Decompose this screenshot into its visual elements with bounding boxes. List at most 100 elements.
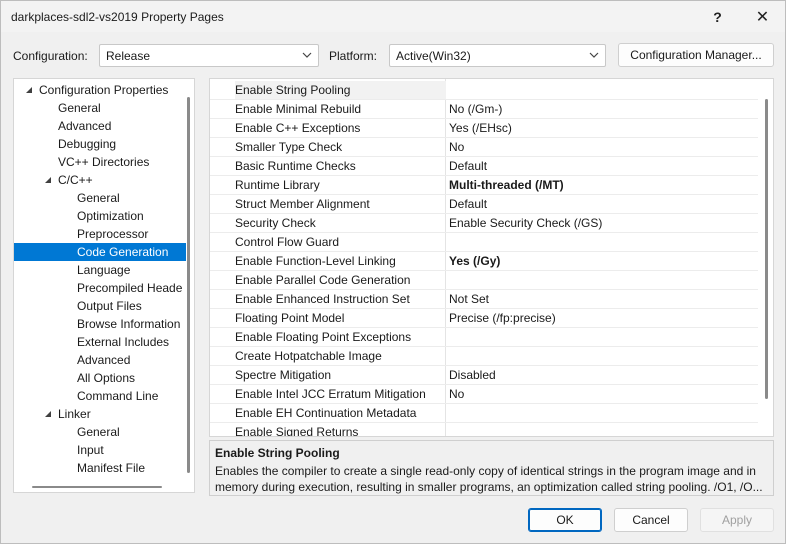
tree-item[interactable]: Browse Information xyxy=(14,315,186,333)
property-value[interactable]: Default xyxy=(449,157,754,176)
property-value[interactable]: Yes (/EHsc) xyxy=(449,119,754,138)
property-row[interactable]: Enable Intel JCC Erratum Mitigation No xyxy=(210,385,758,404)
property-tree[interactable]: Configuration Properties General Advanced D… xyxy=(13,78,195,493)
property-value[interactable]: Yes (/Gy) xyxy=(449,252,754,271)
tree-item[interactable]: General xyxy=(14,423,186,441)
property-name: Security Check xyxy=(235,216,316,230)
property-name: Enable Function-Level Linking xyxy=(235,254,396,268)
property-row[interactable]: Smaller Type Check No xyxy=(210,138,758,157)
property-row[interactable]: Spectre Mitigation Disabled xyxy=(210,366,758,385)
tree-item-label: Debugging xyxy=(58,137,117,151)
apply-label: Apply xyxy=(721,513,753,527)
property-row[interactable]: Enable String Pooling xyxy=(210,81,758,100)
tree-item[interactable]: Manifest File xyxy=(14,459,186,477)
close-button[interactable]: ✕ xyxy=(740,1,785,32)
apply-button[interactable]: Apply xyxy=(700,508,774,532)
property-value[interactable]: Enable Security Check (/GS) xyxy=(449,214,754,233)
tree-item[interactable]: Advanced xyxy=(14,351,186,369)
help-icon: ? xyxy=(713,8,722,25)
tree-item[interactable]: Language xyxy=(14,261,186,279)
tree-item-label: Linker xyxy=(58,407,91,421)
property-row[interactable]: Control Flow Guard xyxy=(210,233,758,252)
tree-item-label: Advanced xyxy=(77,353,131,367)
property-row[interactable]: Enable Parallel Code Generation xyxy=(210,271,758,290)
tree-item-label: General xyxy=(77,191,120,205)
tree-item[interactable]: Optimization xyxy=(14,207,186,225)
property-row[interactable]: Security Check Enable Security Check (/GS… xyxy=(210,214,758,233)
property-row[interactable]: Enable Minimal Rebuild No (/Gm-) xyxy=(210,100,758,119)
property-value[interactable]: Default xyxy=(449,195,754,214)
property-name: Floating Point Model xyxy=(235,311,345,325)
tree-item[interactable]: Code Generation xyxy=(14,243,186,261)
configuration-manager-button[interactable]: Configuration Manager... xyxy=(618,43,774,67)
tree-item[interactable]: Output Files xyxy=(14,297,186,315)
tree-item-label: Preprocessor xyxy=(77,227,149,241)
tree-item[interactable]: Input xyxy=(14,441,186,459)
tree-item[interactable]: VC++ Directories xyxy=(14,153,186,171)
property-value[interactable]: No (/Gm-) xyxy=(449,100,754,119)
platform-dropdown[interactable]: Active(Win32) xyxy=(389,44,606,67)
tree-item-label: Optimization xyxy=(77,209,144,223)
property-value[interactable]: Disabled xyxy=(449,366,754,385)
property-row[interactable]: Struct Member Alignment Default xyxy=(210,195,758,214)
ok-button[interactable]: OK xyxy=(528,508,602,532)
property-name: Enable Parallel Code Generation xyxy=(235,273,411,287)
tree-item[interactable]: General xyxy=(14,189,186,207)
tree-item[interactable]: Linker xyxy=(14,405,186,423)
tree-item-label: Output Files xyxy=(77,299,142,313)
property-row[interactable]: Basic Runtime Checks Default xyxy=(210,157,758,176)
property-value[interactable] xyxy=(449,328,754,347)
property-value[interactable] xyxy=(449,423,754,436)
close-icon: ✕ xyxy=(755,8,770,26)
tree-item-label: Browse Information xyxy=(77,317,181,331)
description-title: Enable String Pooling xyxy=(215,446,340,460)
property-value[interactable] xyxy=(449,233,754,252)
property-value[interactable] xyxy=(449,404,754,423)
expand-arrow-icon[interactable] xyxy=(43,409,53,419)
tree-horizontal-scrollbar[interactable] xyxy=(32,486,162,488)
property-row[interactable]: Enable C++ Exceptions Yes (/EHsc) xyxy=(210,119,758,138)
tree-item[interactable]: Preprocessor xyxy=(14,225,186,243)
property-value[interactable] xyxy=(449,81,754,100)
tree-item[interactable]: Debugging xyxy=(14,135,186,153)
property-value[interactable]: No xyxy=(449,385,754,404)
property-value[interactable]: No xyxy=(449,138,754,157)
expand-arrow-icon[interactable] xyxy=(43,175,53,185)
property-row[interactable]: Enable Floating Point Exceptions xyxy=(210,328,758,347)
property-name: Enable Enhanced Instruction Set xyxy=(235,292,410,306)
tree-item-label: All Options xyxy=(77,371,136,385)
tree-item[interactable]: General xyxy=(14,99,186,117)
tree-item[interactable]: External Includes xyxy=(14,333,186,351)
property-row[interactable]: Create Hotpatchable Image xyxy=(210,347,758,366)
cancel-button[interactable]: Cancel xyxy=(614,508,688,532)
cancel-label: Cancel xyxy=(632,513,670,527)
grid-vertical-scrollbar[interactable] xyxy=(765,99,768,399)
property-value[interactable] xyxy=(449,271,754,290)
property-row[interactable]: Enable Function-Level Linking Yes (/Gy) xyxy=(210,252,758,271)
expand-arrow-icon[interactable] xyxy=(24,85,34,95)
property-value[interactable]: Multi-threaded (/MT) xyxy=(449,176,754,195)
property-grid: Enable String Pooling Enable Minimal Rebu… xyxy=(209,78,774,437)
tree-item[interactable]: Precompiled Heade xyxy=(14,279,186,297)
configuration-dropdown[interactable]: Release xyxy=(99,44,319,67)
tree-item[interactable]: All Options xyxy=(14,369,186,387)
tree-item[interactable]: Configuration Properties xyxy=(14,81,186,99)
tree-item-label: External Includes xyxy=(77,335,170,349)
tree-item[interactable]: Command Line xyxy=(14,387,186,405)
property-value[interactable]: Not Set xyxy=(449,290,754,309)
tree-item-label: Advanced xyxy=(58,119,112,133)
tree-item[interactable]: Advanced xyxy=(14,117,186,135)
property-value[interactable] xyxy=(449,347,754,366)
property-value[interactable]: Precise (/fp:precise) xyxy=(449,309,754,328)
configuration-manager-label: Configuration Manager... xyxy=(630,48,762,62)
configuration-row: Configuration: Release Platform: Active(… xyxy=(1,43,785,69)
property-row[interactable]: Floating Point Model Precise (/fp:precise… xyxy=(210,309,758,328)
property-row[interactable]: Enable EH Continuation Metadata xyxy=(210,404,758,423)
property-row[interactable]: Runtime Library Multi-threaded (/MT) xyxy=(210,176,758,195)
property-row[interactable]: Enable Signed Returns xyxy=(210,423,758,436)
help-button[interactable]: ? xyxy=(695,1,740,32)
property-row[interactable]: Enable Enhanced Instruction Set Not Set xyxy=(210,290,758,309)
property-name: Control Flow Guard xyxy=(235,235,340,249)
tree-item[interactable]: C/C++ xyxy=(14,171,186,189)
tree-vertical-scrollbar[interactable] xyxy=(187,97,190,473)
